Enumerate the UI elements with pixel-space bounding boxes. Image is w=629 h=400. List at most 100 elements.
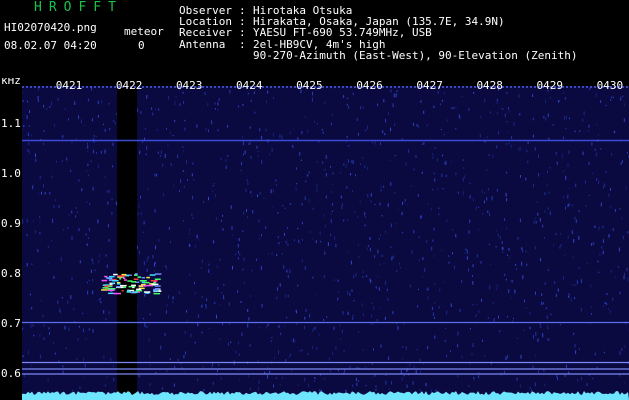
y-tick-label: 1.1 xyxy=(1,117,21,130)
noise-speck xyxy=(78,228,80,232)
noise-speck xyxy=(612,228,614,231)
noise-speck xyxy=(568,295,570,298)
noise-speck xyxy=(340,338,342,340)
noise-speck xyxy=(465,248,467,251)
noise-speck xyxy=(496,188,498,192)
noise-speck xyxy=(487,317,489,319)
antenna-key: Antenna xyxy=(179,37,226,51)
noise-speck xyxy=(265,128,267,132)
noise-speck xyxy=(529,386,531,389)
noise-speck xyxy=(459,308,461,312)
noise-speck xyxy=(183,355,185,359)
noise-speck xyxy=(487,188,489,191)
noise-speck xyxy=(469,219,471,224)
noise-speck xyxy=(76,211,78,213)
noise-speck xyxy=(70,169,72,172)
noise-speck xyxy=(194,281,195,285)
noise-speck xyxy=(357,243,359,246)
noise-speck xyxy=(411,250,413,254)
noise-speck xyxy=(196,316,198,318)
noise-speck xyxy=(267,323,269,326)
noise-speck xyxy=(489,285,491,289)
noise-speck xyxy=(157,151,159,154)
noise-speck xyxy=(78,179,80,182)
noise-speck xyxy=(472,264,474,268)
noise-speck xyxy=(266,324,268,329)
noise-speck xyxy=(341,203,343,207)
noise-speck xyxy=(184,331,186,334)
noise-speck xyxy=(423,142,425,145)
noise-speck xyxy=(61,296,63,299)
noise-speck xyxy=(619,291,621,295)
noise-speck xyxy=(537,338,539,342)
noise-speck xyxy=(172,296,174,300)
noise-speck xyxy=(618,247,620,252)
noise-speck xyxy=(595,93,597,97)
noise-speck xyxy=(237,244,239,248)
noise-speck xyxy=(257,155,259,158)
noise-speck xyxy=(152,112,154,116)
noise-speck xyxy=(301,131,303,134)
noise-speck xyxy=(347,159,349,163)
noise-speck xyxy=(82,312,84,315)
noise-speck xyxy=(626,152,628,154)
noise-speck xyxy=(208,263,210,266)
noise-speck xyxy=(180,179,182,184)
noise-speck xyxy=(49,191,51,195)
noise-speck xyxy=(302,239,303,241)
noise-speck xyxy=(238,238,240,241)
noise-speck xyxy=(457,344,459,348)
x-tick-label: 0426 xyxy=(356,79,383,92)
noise-speck xyxy=(547,338,549,341)
noise-speck xyxy=(330,166,331,168)
noise-speck xyxy=(108,311,110,315)
noise-speck xyxy=(529,312,531,315)
noise-speck xyxy=(314,380,316,382)
noise-speck xyxy=(536,201,538,203)
noise-speck xyxy=(312,91,314,96)
noise-speck xyxy=(43,104,45,108)
noise-speck xyxy=(347,219,349,221)
noise-speck xyxy=(555,293,557,297)
noise-speck xyxy=(99,254,101,258)
noise-speck xyxy=(370,193,372,197)
noise-speck xyxy=(464,175,466,179)
noise-speck xyxy=(390,127,391,132)
noise-speck xyxy=(251,269,253,272)
noise-speck xyxy=(107,224,109,228)
noise-speck xyxy=(87,145,89,149)
noise-speck xyxy=(29,293,31,296)
noise-speck xyxy=(261,135,263,140)
noise-speck xyxy=(476,303,478,306)
noise-speck xyxy=(366,247,368,250)
noise-speck xyxy=(111,198,113,201)
noise-speck xyxy=(108,239,110,242)
noise-speck xyxy=(210,273,212,275)
noise-speck xyxy=(359,106,361,110)
noise-speck xyxy=(432,312,434,317)
noise-speck xyxy=(403,374,405,377)
noise-speck xyxy=(484,98,486,103)
echo-pixel xyxy=(127,289,130,292)
noise-speck xyxy=(417,305,419,308)
noise-speck xyxy=(549,211,551,216)
noise-speck xyxy=(103,355,105,359)
noise-speck xyxy=(95,136,97,137)
noise-speck xyxy=(330,213,332,215)
noise-speck xyxy=(548,137,550,140)
noise-speck xyxy=(362,156,364,159)
noise-speck xyxy=(234,253,236,256)
noise-speck xyxy=(217,129,219,132)
echo-pixel xyxy=(133,278,139,280)
noise-speck xyxy=(84,364,86,368)
noise-speck xyxy=(68,118,69,121)
noise-speck xyxy=(286,269,288,273)
noise-speck xyxy=(295,187,297,191)
noise-speck xyxy=(343,350,345,352)
observation-info: Observer: Hirotaka Otsuka Location: Hiraka… xyxy=(179,5,578,61)
noise-speck xyxy=(245,188,247,193)
noise-speck xyxy=(214,301,216,304)
noise-speck xyxy=(370,279,372,284)
noise-speck xyxy=(304,325,305,330)
noise-speck xyxy=(91,118,93,122)
